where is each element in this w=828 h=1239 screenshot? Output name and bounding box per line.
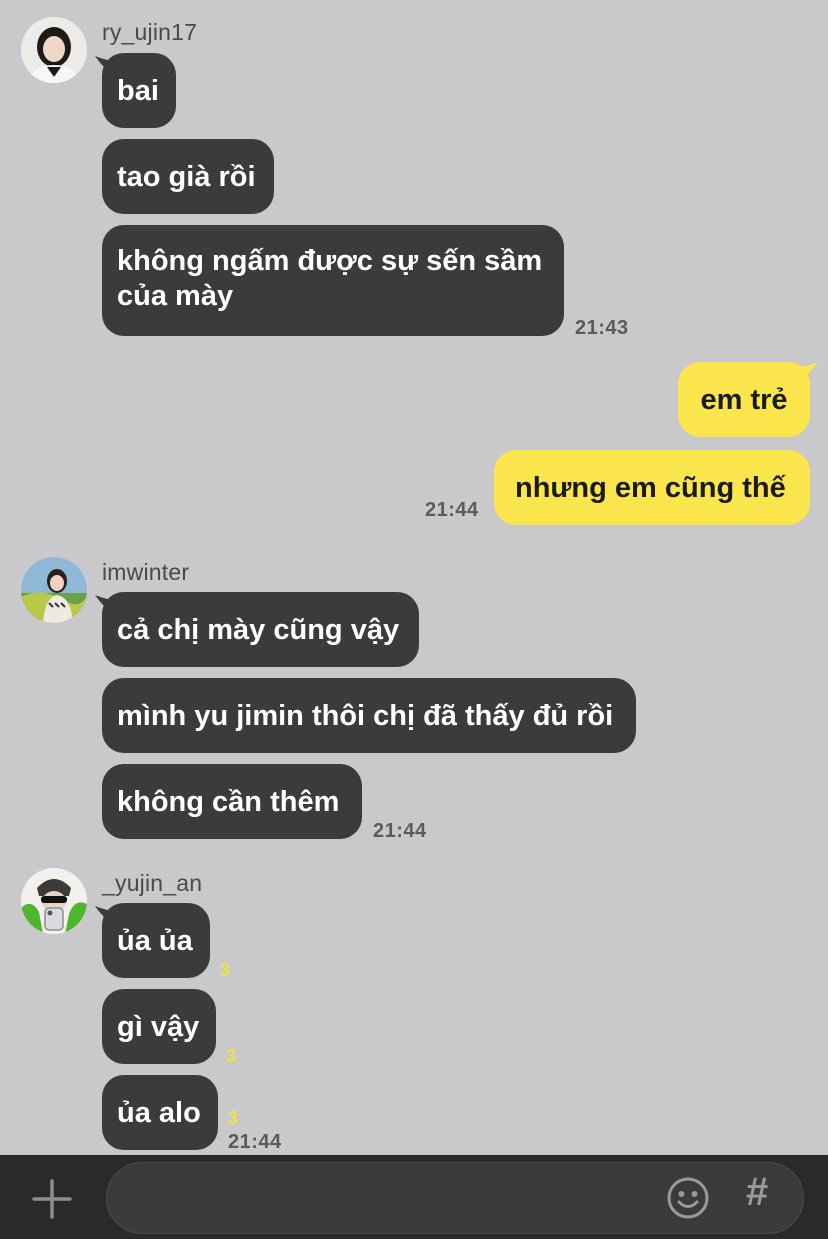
message-bubble[interactable]: cả chị mày cũng vậy: [102, 592, 419, 667]
add-icon[interactable]: [30, 1177, 74, 1221]
avatar-ry_ujin17[interactable]: [21, 17, 87, 83]
sender-name: imwinter: [102, 559, 190, 585]
unread-count: 3: [226, 1046, 237, 1066]
message-bubble[interactable]: ủa ủa: [102, 903, 210, 978]
message-bubble[interactable]: bai: [102, 53, 176, 128]
message-bubble[interactable]: tao già rồi: [102, 139, 274, 214]
message-bubble[interactable]: mình yu jimin thôi chị đã thấy đủ rồi: [102, 678, 636, 753]
unread-count: 3: [228, 1108, 239, 1128]
hashtag-icon[interactable]: #: [746, 1170, 768, 1215]
emoji-icon[interactable]: [666, 1176, 710, 1220]
avatar-imwinter[interactable]: [21, 557, 87, 623]
sender-name: _yujin_an: [102, 870, 203, 896]
avatar-_yujin_an[interactable]: [21, 868, 87, 934]
my-message-bubble[interactable]: nhưng em cũng thế: [494, 450, 810, 525]
unread-count: 3: [220, 960, 231, 980]
timestamp: 21:44: [228, 1131, 282, 1153]
sender-name: ry_ujin17: [102, 19, 198, 45]
message-bubble[interactable]: gì vậy: [102, 989, 216, 1064]
message-bubble[interactable]: ủa alo: [102, 1075, 218, 1150]
timestamp: 21:44: [373, 820, 427, 842]
message-bubble[interactable]: không ngấm được sự sến sầm của mày: [102, 225, 564, 336]
timestamp: 21:44: [425, 499, 479, 521]
message-bubble[interactable]: không cần thêm: [102, 764, 362, 839]
message-input[interactable]: [130, 1182, 654, 1218]
my-message-bubble[interactable]: em trẻ: [678, 362, 810, 437]
timestamp: 21:43: [575, 317, 629, 339]
